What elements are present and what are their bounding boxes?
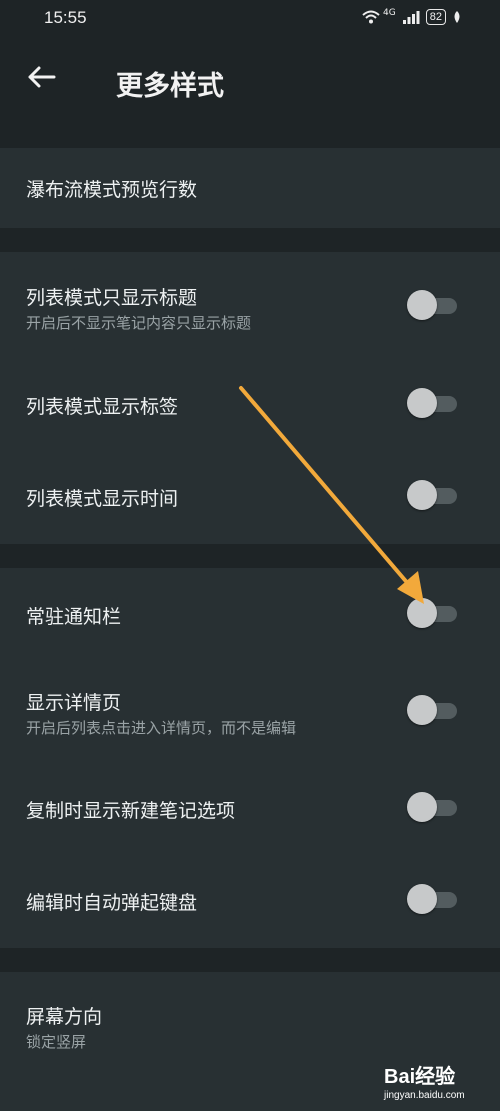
setting-label: 列表模式只显示标题 — [26, 287, 198, 309]
setting-sublabel: 锁定竖屏 — [26, 1033, 87, 1051]
page-title: 更多样式 — [116, 71, 224, 102]
setting-row-list-title-only[interactable]: 列表模式只显示标题 开启后不显示笔记内容只显示标题 — [0, 252, 500, 352]
top-app-bar: 更多样式 — [0, 38, 500, 122]
wifi-icon — [362, 10, 380, 24]
back-arrow-glyph — [28, 66, 56, 88]
toggle-knob — [407, 598, 437, 628]
setting-label: 常驻通知栏 — [26, 606, 122, 628]
settings-group-waterfall: 瀑布流模式预览行数 — [0, 148, 500, 228]
toggle-switch-auto-keyboard[interactable] — [407, 882, 459, 916]
settings-group-behavior: 常驻通知栏 显示详情页 开启后列表点击进入详情页，而不是编辑 复制时显示新建笔记… — [0, 568, 500, 948]
setting-row-copy-new-note-option[interactable]: 复制时显示新建笔记选项 — [0, 764, 500, 854]
toggle-knob — [407, 480, 437, 510]
leaf-icon — [454, 11, 460, 23]
toggle-knob — [407, 792, 437, 822]
battery-icon: 82 — [425, 9, 446, 25]
toggle-knob — [407, 290, 437, 320]
setting-label: 编辑时自动弹起键盘 — [26, 892, 198, 914]
toggle-knob — [407, 388, 437, 418]
setting-row-list-show-tags[interactable]: 列表模式显示标签 — [0, 360, 500, 450]
network-type-label: 4G — [383, 8, 396, 18]
toggle-switch-list-show-time[interactable] — [407, 478, 459, 512]
setting-row-persistent-notification[interactable]: 常驻通知栏 — [0, 568, 500, 660]
setting-row-show-detail-page[interactable]: 显示详情页 开启后列表点击进入详情页，而不是编辑 — [0, 664, 500, 760]
toggle-switch-show-detail-page[interactable] — [407, 693, 459, 727]
setting-row-auto-keyboard[interactable]: 编辑时自动弹起键盘 — [0, 856, 500, 946]
setting-label: 复制时显示新建笔记选项 — [26, 800, 236, 822]
signal-icon — [402, 11, 420, 24]
setting-label: 瀑布流模式预览行数 — [26, 179, 198, 201]
setting-label: 屏幕方向 — [26, 1006, 103, 1028]
toggle-knob — [407, 884, 437, 914]
watermark-brand: Bai经验 — [384, 1066, 456, 1088]
status-icons: 4G 82 — [361, 8, 462, 25]
setting-label: 显示详情页 — [26, 692, 122, 714]
settings-group-list-mode: 列表模式只显示标题 开启后不显示笔记内容只显示标题 列表模式显示标签 列表模式显… — [0, 252, 500, 544]
status-bar: 15:55 4G 82 — [0, 0, 500, 38]
setting-sublabel: 开启后列表点击进入详情页，而不是编辑 — [26, 719, 297, 737]
setting-row-waterfall-preview-rows[interactable]: 瀑布流模式预览行数 — [0, 148, 500, 228]
watermark-url: jingyan.baidu.com — [384, 1090, 465, 1101]
status-time: 15:55 — [44, 8, 87, 27]
setting-row-screen-orientation[interactable]: 屏幕方向 锁定竖屏 — [0, 972, 500, 1072]
setting-sublabel: 开启后不显示笔记内容只显示标题 — [26, 314, 252, 332]
setting-row-list-show-time[interactable]: 列表模式显示时间 — [0, 452, 500, 542]
toggle-switch-list-show-tags[interactable] — [407, 386, 459, 420]
toggle-knob — [407, 695, 437, 725]
toggle-switch-list-title-only[interactable] — [407, 288, 459, 322]
setting-label: 列表模式显示标签 — [26, 396, 179, 418]
toggle-switch-copy-new-note-option[interactable] — [407, 790, 459, 824]
back-arrow-icon[interactable] — [26, 60, 56, 100]
setting-label: 列表模式显示时间 — [26, 488, 179, 510]
toggle-switch-persistent-notification[interactable] — [407, 596, 459, 630]
watermark-logo: Bai经验 jingyan.baidu.com — [384, 1060, 465, 1101]
